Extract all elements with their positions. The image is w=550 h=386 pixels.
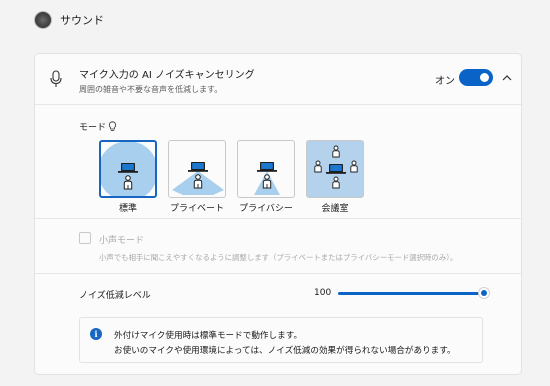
noise-level-value: 100: [314, 288, 332, 298]
chevron-up-icon[interactable]: [501, 72, 513, 84]
mode-option-privacy[interactable]: プライバシー: [237, 140, 295, 214]
private-mode-illustration: [172, 162, 224, 195]
mode-label-text: モード: [79, 123, 107, 133]
page-header: サウンド: [34, 10, 104, 30]
standard-mode-illustration: [101, 142, 155, 196]
mode-privacy-tile[interactable]: [237, 140, 295, 198]
noise-level-slider-track[interactable]: [338, 292, 484, 295]
noise-cancel-panel: マイク入力の AI ノイズキャンセリング 周囲の雑音や不要な音声を低減します。 …: [34, 53, 522, 375]
info-line-2: お使いのマイクや使用環境によっては、ノイズ低減の効果が得られない場合があります。: [114, 346, 456, 356]
toggle-state-label: オン: [435, 76, 455, 87]
whisper-mode-checkbox[interactable]: [79, 232, 91, 244]
microphone-icon: [50, 70, 62, 87]
whisper-mode-description: 小声でも相手に聞こえやすくなるように調整します（プライベートまたはプライバシーモ…: [99, 253, 458, 262]
divider: [35, 218, 521, 219]
noise-cancel-header-row[interactable]: マイク入力の AI ノイズキャンセリング 周囲の雑音や不要な音声を低減します。 …: [35, 54, 521, 104]
app-icon: [34, 11, 52, 29]
conference-mode-illustration: [314, 145, 358, 189]
page-title: サウンド: [60, 14, 104, 27]
mode-conference-tile[interactable]: [306, 140, 364, 198]
noise-cancel-title: マイク入力の AI ノイズキャンセリング: [79, 70, 255, 81]
info-line-1: 外付けマイク使用時は標準モードで動作します。: [114, 331, 303, 341]
noise-cancel-description: 周囲の雑音や不要な音声を低減します。: [79, 85, 223, 94]
mode-standard-tile[interactable]: [99, 140, 157, 198]
privacy-mode-illustration: [254, 162, 280, 195]
mode-standard-label: 標準: [118, 204, 137, 214]
noise-level-slider-thumb[interactable]: [478, 287, 490, 299]
divider: [35, 273, 521, 274]
mode-conference-label: 会議室: [321, 204, 349, 214]
mode-privacy-label: プライバシー: [239, 204, 293, 214]
mode-option-conference[interactable]: 会議室: [306, 140, 364, 214]
noise-level-label: ノイズ低減レベル: [79, 291, 151, 301]
info-box: i 外付けマイク使用時は標準モードで動作します。 お使いのマイクや使用環境によっ…: [79, 317, 483, 363]
whisper-mode-label: 小声モード: [99, 236, 145, 246]
divider: [35, 104, 521, 105]
mode-private-label: プライベート: [169, 204, 224, 214]
mode-option-standard[interactable]: 標準: [99, 140, 157, 214]
mode-private-tile[interactable]: [168, 140, 226, 198]
mode-label: モード: [79, 120, 117, 133]
noise-cancel-toggle[interactable]: [459, 69, 493, 86]
mode-option-private[interactable]: プライベート: [168, 140, 226, 214]
info-icon: i: [90, 328, 102, 340]
lightbulb-icon: [108, 121, 117, 131]
toggle-knob: [480, 73, 489, 82]
